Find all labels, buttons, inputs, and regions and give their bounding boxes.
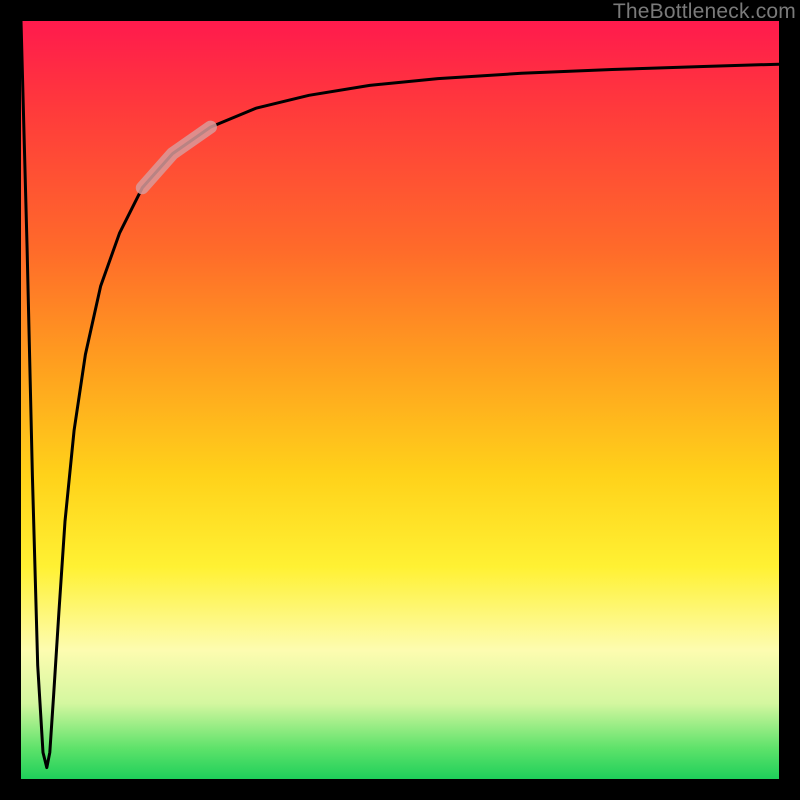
chart-plot-area: [21, 21, 779, 779]
curve-layer: [21, 21, 779, 779]
bottleneck-chart: TheBottleneck.com: [0, 0, 800, 800]
highlight-segment: [142, 127, 210, 188]
bottleneck-curve: [21, 21, 779, 768]
